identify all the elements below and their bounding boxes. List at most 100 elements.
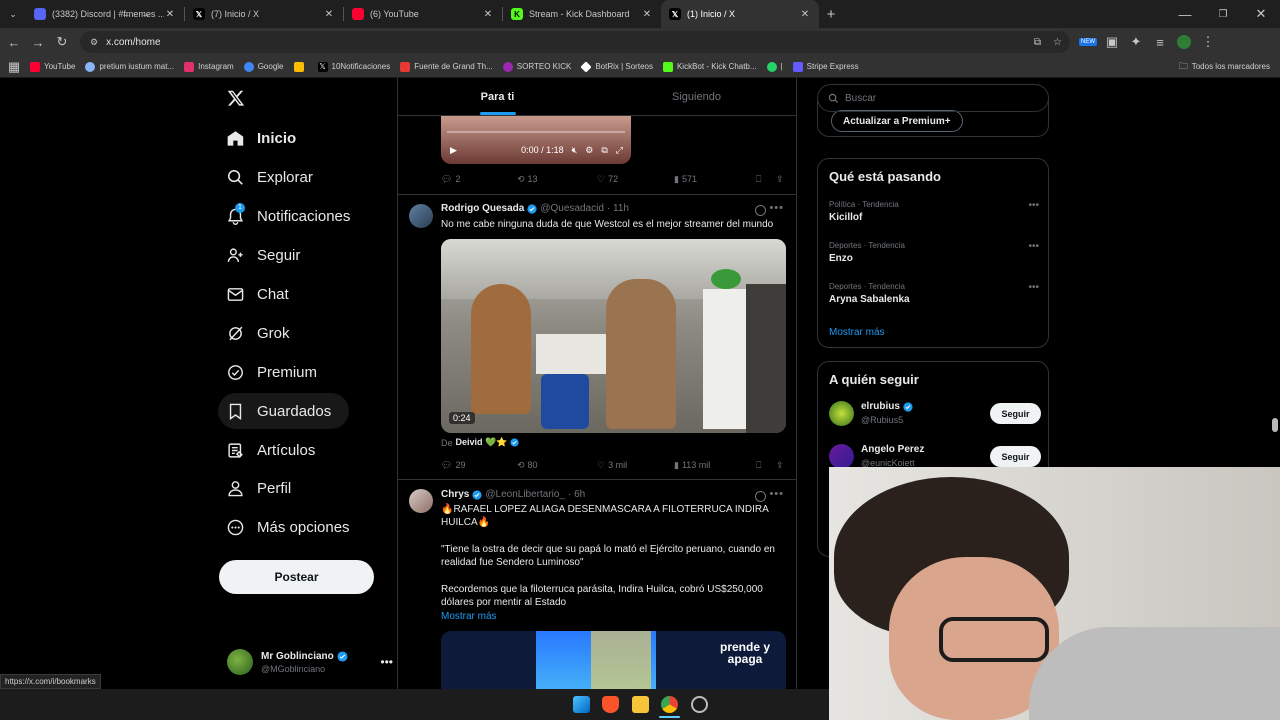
show-more-trends-link[interactable]: Mostrar más	[829, 327, 885, 338]
tweet-author-name[interactable]: Rodrigo Quesada	[441, 203, 524, 214]
browser-tab[interactable]: (3382) Discord | #f̶mem̶es ... ✕	[26, 0, 184, 28]
extension-icon[interactable]: ▣	[1100, 30, 1124, 54]
views-button[interactable]: ▮ 113 mil	[674, 460, 756, 471]
profile-avatar-icon[interactable]	[1172, 30, 1196, 54]
browser-tab[interactable]: (6) YouTube ✕	[344, 0, 502, 28]
close-tab-icon[interactable]: ✕	[799, 9, 811, 20]
back-arrow-icon[interactable]: ←	[2, 30, 26, 54]
close-tab-icon[interactable]: ✕	[482, 9, 494, 20]
repost-button[interactable]: ⟲ 13	[517, 174, 597, 185]
address-bar[interactable]: ⚙ x.com/home ⧉ ☆	[80, 31, 1070, 53]
follow-suggestion[interactable]: elrubius @Rubius5 Seguir	[829, 399, 1041, 429]
browser-tab[interactable]: 𝕏 (7) Inicio / X ✕	[185, 0, 343, 28]
from-author-link[interactable]: Deivid 💚⭐	[456, 437, 508, 448]
tweet-time[interactable]: · 6h	[568, 489, 585, 500]
like-button[interactable]: ♡ 72	[597, 174, 674, 185]
close-tab-icon[interactable]: ✕	[323, 9, 335, 20]
tab-para-ti[interactable]: Para ti	[398, 78, 597, 115]
mute-icon[interactable]: 🔇︎	[572, 145, 578, 156]
apps-grid-icon[interactable]: ▦	[2, 55, 26, 79]
avatar[interactable]	[409, 489, 433, 513]
nav-item-guardados[interactable]: Guardados	[218, 393, 350, 429]
bookmark-botrix[interactable]: BotRix | Sorteos	[580, 60, 653, 73]
tweet-author-handle[interactable]: @Quesadacid	[540, 203, 604, 214]
page-scrollbar-thumb[interactable]	[1272, 418, 1278, 432]
share-icon[interactable]: ⇪	[776, 460, 784, 471]
bookmark-sorteo-kick[interactable]: SORTEO KICK	[502, 61, 571, 72]
tab-siguiendo[interactable]: Siguiendo	[597, 78, 796, 115]
all-bookmarks-folder[interactable]: 🗀 Todos los marcadores	[1179, 59, 1270, 75]
follow-button[interactable]: Seguir	[990, 403, 1041, 424]
video-progress-bar[interactable]	[447, 131, 625, 133]
grok-explain-icon[interactable]	[755, 205, 766, 216]
fullscreen-icon[interactable]: ⤢	[616, 145, 623, 156]
follow-button[interactable]: Seguir	[990, 446, 1041, 467]
more-horizontal-icon[interactable]: •••	[1028, 241, 1039, 252]
play-icon[interactable]: ▶	[450, 145, 457, 156]
reload-icon[interactable]: ↻	[50, 30, 74, 54]
account-switcher[interactable]: Mr Goblinciano @MGoblinciano •••	[227, 642, 397, 682]
bookmark-google[interactable]: Google	[243, 61, 284, 72]
show-more-link[interactable]: Mostrar más	[441, 610, 786, 623]
browser-tab[interactable]: K Stream - Kick Dashboard ✕	[503, 0, 661, 28]
bookmark-gta[interactable]: Fuente de Grand Th...	[400, 61, 493, 72]
nav-item-articulos[interactable]: Artículos	[218, 432, 333, 468]
reply-button[interactable]: 💬︎ 2	[441, 174, 517, 185]
site-info-icon[interactable]: ⚙	[90, 37, 98, 48]
search-input[interactable]: Buscar	[817, 84, 1049, 112]
pip-icon[interactable]: ⧉	[601, 145, 607, 156]
tweet-video[interactable]: 0:24	[441, 239, 786, 433]
install-app-icon[interactable]: ⧉	[1034, 37, 1041, 48]
repost-button[interactable]: ⟲ 80	[517, 460, 597, 471]
tweet-time[interactable]: · 11h	[607, 203, 629, 214]
browser-menu-icon[interactable]: ⋮	[1196, 30, 1220, 54]
bookmark-youtube[interactable]: YouTube	[30, 61, 75, 72]
nav-item-chat[interactable]: Chat	[218, 276, 307, 312]
bookmark-10notificaciones[interactable]: 𝕏 10Notificaciones	[317, 61, 390, 72]
nav-item-premium[interactable]: Premium	[218, 354, 335, 390]
nav-item-perfil[interactable]: Perfil	[218, 470, 309, 506]
brave-browser-icon[interactable]	[602, 696, 619, 713]
nav-item-explorar[interactable]: Explorar	[218, 159, 331, 195]
post-button[interactable]: Postear	[219, 560, 374, 594]
tab-search-button[interactable]: ⌄	[0, 2, 26, 26]
bookmark-icon[interactable]: ⎕	[756, 174, 776, 185]
bookmark-star-icon[interactable]: ☆	[1053, 37, 1062, 48]
restore-window-button[interactable]: ❐	[1204, 2, 1242, 26]
grok-explain-icon[interactable]	[755, 491, 766, 502]
extensions-puzzle-icon[interactable]: ✦	[1124, 30, 1148, 54]
start-windows-icon[interactable]	[573, 696, 590, 713]
more-horizontal-icon[interactable]: •••	[1028, 282, 1039, 293]
like-button[interactable]: ♡ 3 mil	[597, 460, 674, 471]
views-button[interactable]: ▮ 571	[674, 174, 756, 185]
nav-item-seguir[interactable]: Seguir	[218, 237, 318, 273]
browser-tab-active[interactable]: 𝕏 (1) Inicio / X ✕	[661, 0, 819, 28]
more-horizontal-icon[interactable]: •••	[1028, 200, 1039, 211]
tweet-video-thumbnail[interactable]: ▶ 0:00 / 1:18 🔇︎ ⚙ ⧉ ⤢	[441, 116, 631, 164]
media-control-icon[interactable]: ≡	[1148, 30, 1172, 54]
close-tab-icon[interactable]: ✕	[641, 9, 653, 20]
bookmark-instagram[interactable]: Instagram	[184, 61, 234, 72]
bookmark-whatsapp[interactable]: |	[766, 61, 783, 72]
close-tab-icon[interactable]: ✕	[164, 9, 176, 20]
x-logo-icon[interactable]	[227, 89, 245, 107]
settings-app-icon[interactable]	[691, 696, 708, 713]
more-horizontal-icon[interactable]: •••	[769, 488, 784, 500]
tweet-author-handle[interactable]: @LeonLibertario_	[485, 489, 565, 500]
trend-item[interactable]: Deportes · Tendencia Enzo •••	[829, 241, 1039, 264]
extension-new-icon[interactable]: NEW	[1076, 30, 1100, 54]
close-window-button[interactable]: ✕	[1242, 2, 1280, 26]
upgrade-premium-button[interactable]: Actualizar a Premium+	[831, 110, 963, 132]
bookmark-unnamed[interactable]	[293, 61, 308, 72]
bookmark-pretium[interactable]: pretium iustum mat...	[85, 61, 174, 72]
nav-item-grok[interactable]: Grok	[218, 315, 308, 351]
file-explorer-icon[interactable]	[632, 696, 649, 713]
minimize-window-button[interactable]: —	[1166, 2, 1204, 26]
nav-item-mas-opciones[interactable]: Más opciones	[218, 509, 368, 545]
bookmark-kickbot[interactable]: KickBot - Kick Chatb...	[662, 61, 757, 72]
trend-item[interactable]: Política · Tendencia Kicillof •••	[829, 200, 1039, 223]
share-icon[interactable]: ⇪	[776, 174, 784, 185]
more-horizontal-icon[interactable]: •••	[380, 655, 393, 669]
settings-gear-icon[interactable]: ⚙	[585, 145, 593, 156]
tweet-author-name[interactable]: Chrys	[441, 489, 469, 500]
